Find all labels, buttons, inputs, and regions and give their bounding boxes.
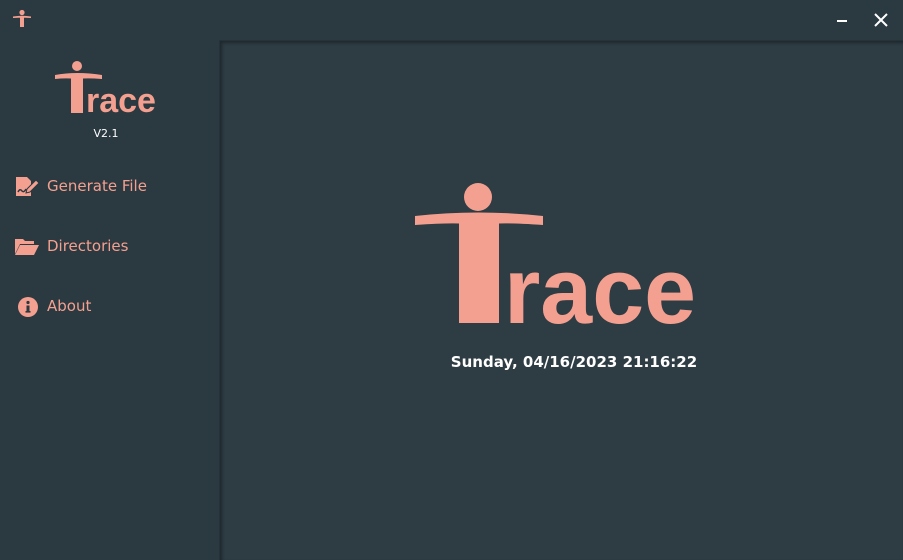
trace-figure-icon xyxy=(12,9,32,29)
sidebar-item-about[interactable]: About xyxy=(0,285,219,329)
current-datetime: Sunday, 04/16/2023 21:16:22 xyxy=(450,353,698,371)
info-circle-icon xyxy=(14,296,40,318)
sidebar-item-label: Directories xyxy=(47,237,129,255)
version-label: V2.1 xyxy=(93,127,119,140)
sidebar-item-directories[interactable]: Directories xyxy=(0,225,219,269)
main-logo: race xyxy=(413,182,698,343)
folder-open-icon xyxy=(14,236,40,258)
main-panel: race Sunday, 04/16/2023 21:16:22 xyxy=(219,40,903,560)
sidebar-item-label: About xyxy=(47,297,92,315)
app-window: race V2.1 Generate File Directories Abou… xyxy=(0,0,903,560)
minimize-icon xyxy=(837,20,847,22)
title-bar[interactable] xyxy=(0,0,903,40)
sidebar-item-generate-file[interactable]: Generate File xyxy=(0,165,219,209)
file-signature-icon xyxy=(14,176,40,198)
sidebar-logo: race xyxy=(50,60,162,120)
close-icon xyxy=(874,13,888,27)
minimize-button[interactable] xyxy=(822,0,862,40)
sidebar-brand-text: race xyxy=(86,82,156,118)
sidebar-item-label: Generate File xyxy=(47,177,147,195)
sidebar: race V2.1 Generate File Directories Abou… xyxy=(0,40,219,560)
main-brand-text: race xyxy=(504,238,696,328)
close-button[interactable] xyxy=(861,0,901,40)
